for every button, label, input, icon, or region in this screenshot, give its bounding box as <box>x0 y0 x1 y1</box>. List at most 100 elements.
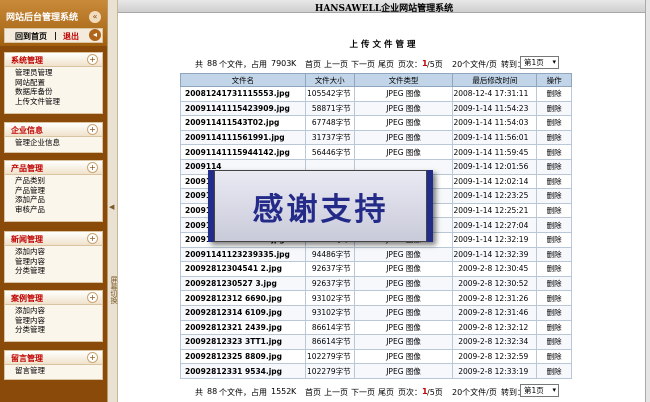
sidebar-item-admins[interactable]: 管理员管理 <box>15 68 102 78</box>
sidebar-item-company-info[interactable]: 管理企业信息 <box>15 138 102 148</box>
total-size: 1552 <box>271 387 292 396</box>
modified-time-cell: 2009-1-14 11:54:23 <box>452 100 538 117</box>
section-header[interactable]: 系统管理 + <box>5 53 102 67</box>
modified-time-cell: 2008-12-4 17:31:11 <box>452 86 538 102</box>
sidebar-item-messages[interactable]: 留言管理 <box>15 366 102 376</box>
file-name-cell: 20081241731115553.jpg <box>180 86 306 102</box>
delete-link[interactable]: 删除 <box>536 217 572 233</box>
left-arrow-icon[interactable]: ◀ <box>109 203 114 211</box>
delete-link[interactable]: 删除 <box>536 86 572 102</box>
delete-link[interactable]: 删除 <box>536 363 572 379</box>
page-total: /5页 <box>427 60 443 69</box>
modified-time-cell: 2009-1-14 11:54:03 <box>452 115 538 131</box>
circle-arrow-icon[interactable]: ◂ <box>89 29 101 41</box>
column-header[interactable]: 文件名 <box>180 73 306 87</box>
delete-link[interactable]: 删除 <box>536 275 572 292</box>
prev-page-link[interactable]: 上一页 <box>324 59 348 70</box>
home-link[interactable]: 回到首页 <box>15 31 47 42</box>
modified-time-cell: 2009-2-8 12:30:45 <box>452 261 538 277</box>
sidebar-item-news-manage[interactable]: 管理内容 <box>15 257 102 267</box>
file-size-cell: 93102字节 <box>304 304 355 321</box>
last-page-link[interactable]: 尾页 <box>378 59 394 70</box>
modified-time-cell: 2009-1-14 11:56:01 <box>452 129 538 146</box>
delete-link[interactable]: 删除 <box>536 158 572 175</box>
sidebar-item-product-review[interactable]: 审核产品 <box>15 205 102 215</box>
delete-link[interactable]: 删除 <box>536 144 572 160</box>
total-size: 7903 <box>271 59 292 68</box>
goto-page-select[interactable]: 第1页 ▾ <box>520 384 559 397</box>
window-right-edge <box>645 0 650 402</box>
sidebar-item-product-add[interactable]: 添加产品 <box>15 195 102 205</box>
delete-link[interactable]: 删除 <box>536 129 572 146</box>
page-total: /5页 <box>427 388 443 397</box>
sidebar-item-product-manage[interactable]: 产品管理 <box>15 186 102 196</box>
logout-link[interactable]: 退出 <box>63 31 79 42</box>
page-title: 上传文件管理 <box>349 40 419 50</box>
section-header[interactable]: 企业信息 + <box>5 123 102 137</box>
sidebar-item-cases-manage[interactable]: 管理内容 <box>15 316 102 326</box>
modified-time-cell: 2009-2-8 12:33:19 <box>452 363 538 379</box>
goto-page-select[interactable]: 第1页 ▾ <box>520 56 559 69</box>
prev-page-link[interactable]: 上一页 <box>324 387 348 398</box>
delete-link[interactable]: 删除 <box>536 304 572 321</box>
delete-link[interactable]: 删除 <box>536 100 572 117</box>
last-page-link[interactable]: 尾页 <box>378 387 394 398</box>
plus-icon[interactable]: + <box>87 162 98 173</box>
file-size-cell: 86614字节 <box>304 319 355 336</box>
plus-icon[interactable]: + <box>87 352 98 363</box>
file-type-cell: JPEG 图像 <box>353 144 454 160</box>
modified-time-cell: 2009-2-8 12:32:12 <box>452 319 538 336</box>
file-name-cell: 20092812304541 2.jpg <box>180 261 306 277</box>
delete-link[interactable]: 删除 <box>536 246 572 263</box>
delete-link[interactable]: 删除 <box>536 173 572 190</box>
collapse-icon[interactable]: « <box>89 11 101 23</box>
plus-icon[interactable]: + <box>87 124 98 135</box>
column-header[interactable]: 文件类型 <box>353 73 454 87</box>
next-page-link[interactable]: 下一页 <box>351 387 375 398</box>
file-size-cell: 102279字节 <box>304 363 355 379</box>
modified-time-cell: 2009-1-14 12:23:25 <box>452 188 538 204</box>
sidebar-item-db-backup[interactable]: 数据库备份 <box>15 87 102 97</box>
plus-icon[interactable]: + <box>87 233 98 244</box>
delete-link[interactable]: 删除 <box>536 290 572 306</box>
file-name-cell: 20091141123239335.jpg <box>180 246 306 263</box>
sidebar-item-upload-files[interactable]: 上传文件管理 <box>15 97 102 107</box>
delete-link[interactable]: 删除 <box>536 231 572 248</box>
delete-link[interactable]: 删除 <box>536 202 572 219</box>
sidebar-item-news-add[interactable]: 添加内容 <box>15 247 102 257</box>
column-header[interactable]: 最后修改时间 <box>452 73 538 87</box>
sidebar-item-site-config[interactable]: 网站配置 <box>15 78 102 88</box>
delete-link[interactable]: 删除 <box>536 319 572 336</box>
splitter-bar[interactable]: ◀ 屏幕切换 <box>107 0 118 402</box>
file-type-cell: JPEG 图像 <box>353 334 454 350</box>
sidebar-item-news-categories[interactable]: 分类管理 <box>15 266 102 276</box>
section-header[interactable]: 案例管理 + <box>5 291 102 305</box>
delete-link[interactable]: 删除 <box>536 188 572 204</box>
sidebar-item-cases-add[interactable]: 添加内容 <box>15 306 102 316</box>
delete-link[interactable]: 删除 <box>536 261 572 277</box>
section-header[interactable]: 产品管理 + <box>5 161 102 175</box>
first-page-link[interactable]: 首页 <box>305 59 321 70</box>
next-page-link[interactable]: 下一页 <box>351 59 375 70</box>
screen-toggle-label[interactable]: 屏幕切换 <box>109 276 118 304</box>
plus-icon[interactable]: + <box>87 54 98 65</box>
modified-time-cell: 2009-1-14 12:25:21 <box>452 202 538 219</box>
delete-link[interactable]: 删除 <box>536 348 572 365</box>
first-page-link[interactable]: 首页 <box>305 387 321 398</box>
column-header[interactable]: 文件大小 <box>304 73 355 87</box>
table-row: 20092812304541 2.jpg 92637字节 JPEG 图像 2009-2… <box>180 261 572 277</box>
delete-link[interactable]: 删除 <box>536 115 572 131</box>
delete-link[interactable]: 删除 <box>536 334 572 350</box>
section-header[interactable]: 留言管理 + <box>5 351 102 365</box>
file-name-cell: 20092812331 9534.jpg <box>180 363 306 379</box>
sidebar-item-cases-categories[interactable]: 分类管理 <box>15 325 102 335</box>
file-size-cell: 86614字节 <box>304 334 355 350</box>
section-news: 新闻管理 + 添加内容 管理内容 分类管理 <box>4 231 103 283</box>
sidebar-item-product-categories[interactable]: 产品类别 <box>15 176 102 186</box>
section-products: 产品管理 + 产品类别 产品管理 添加产品 审核产品 <box>4 160 103 222</box>
file-size-cell: 31737字节 <box>304 129 355 146</box>
section-header[interactable]: 新闻管理 + <box>5 232 102 246</box>
size-unit: K <box>291 387 297 396</box>
plus-icon[interactable]: + <box>87 292 98 303</box>
file-size-cell: 92637字节 <box>304 275 355 292</box>
